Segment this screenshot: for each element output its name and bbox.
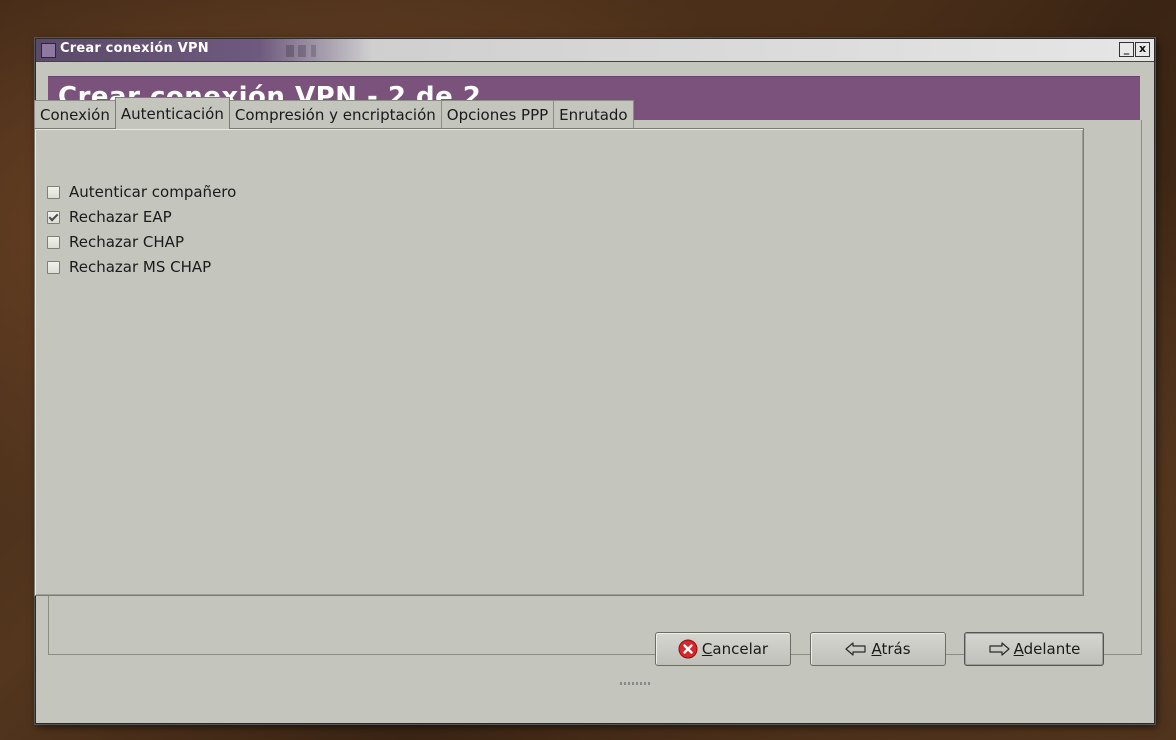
window-menu-icon[interactable] [41,43,56,58]
checkbox-rechazar-chap[interactable]: Rechazar CHAP [47,232,184,252]
window-title: Crear conexión VPN [60,41,209,56]
checkbox-label: Rechazar CHAP [69,233,184,251]
arrow-left-icon [845,641,867,657]
tab-bar: Conexión Autenticación Compresión y encr… [34,97,634,129]
tab-conexion[interactable]: Conexión [34,100,116,128]
checkbox-label: Autenticar compañero [69,183,237,201]
checkbox-rechazar-ms-chap[interactable]: Rechazar MS CHAP [47,257,211,277]
checkbox-label: Rechazar MS CHAP [69,258,212,276]
arrow-right-icon [988,641,1010,657]
checkbox-autenticar-companero[interactable]: Autenticar compañero [47,182,236,202]
cancel-button-label: Cancelar [701,640,769,658]
checkbox-icon[interactable] [47,235,60,249]
checkbox-rechazar-eap[interactable]: Rechazar EAP [47,207,172,227]
tab-enrutado[interactable]: Enrutado [553,100,634,128]
checkbox-icon[interactable] [47,260,60,274]
minimize-button[interactable]: _ [1119,42,1134,57]
back-button[interactable]: Atrás [810,632,946,666]
cancel-x-icon [678,639,698,659]
window-titlebar[interactable]: Crear conexión VPN _ x [36,39,1154,62]
next-button-label: Adelante [1013,640,1081,658]
tab-autenticacion[interactable]: Autenticación [114,97,230,129]
checkbox-icon[interactable] [47,185,60,199]
tab-opciones-ppp[interactable]: Opciones PPP [440,100,555,128]
back-button-label: Atrás [871,640,911,658]
checkbox-label: Rechazar EAP [69,208,172,226]
next-button[interactable]: Adelante [964,632,1104,666]
close-button[interactable]: x [1135,42,1150,57]
resize-grip[interactable] [620,682,650,685]
cancel-button[interactable]: Cancelar [655,632,791,666]
checkbox-checked-icon[interactable] [47,210,60,224]
tab-compresion-encriptacion[interactable]: Compresión y encriptación [228,100,442,128]
titlebar-decoration [286,45,336,57]
